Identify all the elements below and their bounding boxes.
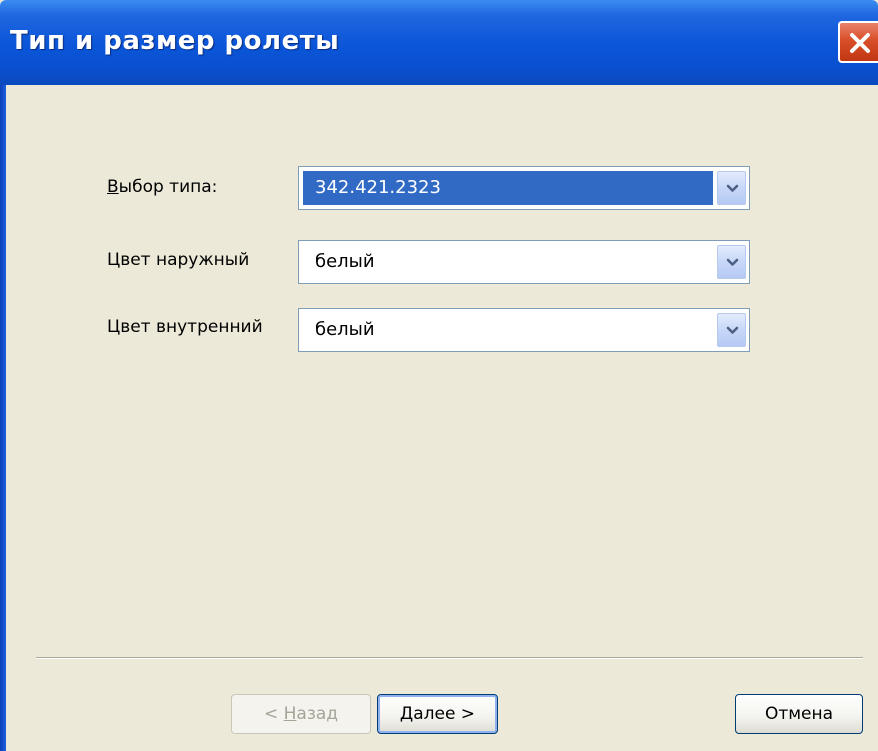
inner-color-dropdown-button[interactable] <box>717 313 746 347</box>
type-label: Выбор типа: <box>107 177 217 197</box>
next-button-accel: Д <box>399 704 414 724</box>
type-combobox[interactable]: 342.421.2323 <box>298 166 750 210</box>
back-button-label: азад <box>296 704 339 724</box>
back-button-prefix: < <box>263 704 284 724</box>
inner-color-value: белый <box>315 319 375 340</box>
back-button[interactable]: < Назад <box>231 694 371 734</box>
type-label-accel: В <box>107 177 119 197</box>
next-button[interactable]: Далее > <box>377 694 498 734</box>
outer-color-dropdown-button[interactable] <box>717 245 746 279</box>
button-separator <box>36 657 863 659</box>
cancel-button[interactable]: Отмена <box>735 694 863 734</box>
outer-color-label: Цвет наружный <box>107 250 250 270</box>
back-button-accel: Н <box>283 704 297 724</box>
window-frame-left <box>0 85 6 751</box>
close-button[interactable] <box>838 21 878 63</box>
inner-color-combobox[interactable]: белый <box>298 308 750 352</box>
type-label-text: ыбор типа: <box>118 177 218 197</box>
title-bar[interactable]: Тип и размер ролеты <box>0 0 878 85</box>
window-title: Тип и размер ролеты <box>10 26 340 56</box>
type-combobox-value: 342.421.2323 <box>303 171 713 205</box>
outer-color-value: белый <box>315 251 375 272</box>
next-button-label: алее > <box>413 704 476 724</box>
type-dropdown-button[interactable] <box>717 171 746 205</box>
outer-color-combobox[interactable]: белый <box>298 240 750 284</box>
inner-color-label: Цвет внутренний <box>107 317 263 337</box>
dialog-window: Тип и размер ролеты Выбор типа: 342.421.… <box>0 0 878 751</box>
